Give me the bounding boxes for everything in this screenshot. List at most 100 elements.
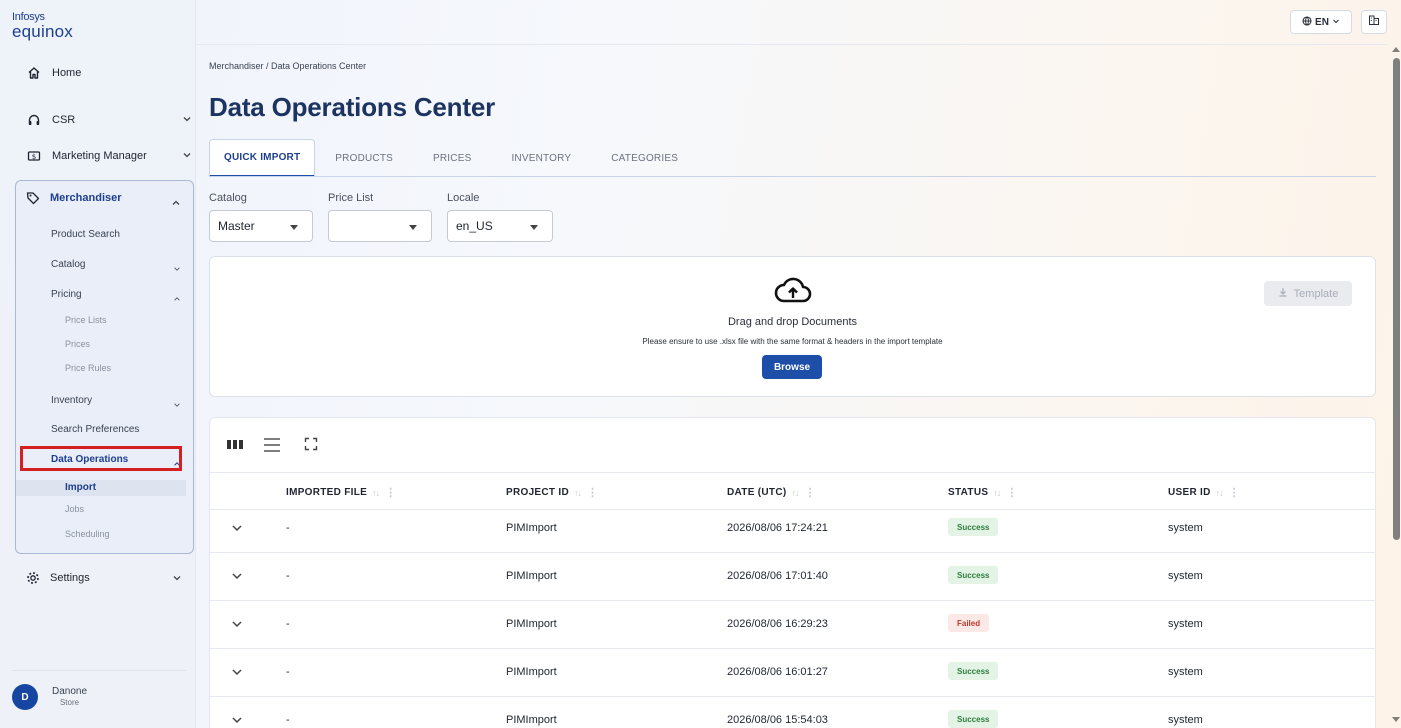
- sidebar-item-label: Settings: [50, 572, 90, 584]
- upload-dropzone[interactable]: Drag and drop Documents Please ensure to…: [209, 256, 1376, 397]
- locale-select[interactable]: en_US: [447, 210, 553, 242]
- expand-row-icon[interactable]: [231, 521, 243, 539]
- status-badge: Failed: [948, 614, 990, 632]
- cell-project-id: PIMImport: [506, 570, 557, 582]
- sidebar-item-catalog[interactable]: Catalog: [51, 259, 85, 270]
- expand-row-icon[interactable]: [231, 617, 243, 635]
- table-row[interactable]: - PIMImport 2026/08/06 15:54:03 Success …: [210, 697, 1375, 728]
- column-label: IMPORTED FILE: [286, 487, 368, 498]
- language-selector[interactable]: EN: [1290, 10, 1352, 34]
- breadcrumb[interactable]: Merchandiser / Data Operations Center: [209, 61, 366, 71]
- chevron-up-icon[interactable]: [173, 290, 181, 308]
- expand-row-icon[interactable]: [231, 713, 243, 728]
- user-store: Store: [59, 698, 80, 708]
- sidebar-item-price-lists[interactable]: Price Lists: [65, 315, 107, 325]
- table-row[interactable]: - PIMImport 2026/08/06 16:29:23 Failed s…: [210, 601, 1375, 649]
- sidebar-item-settings[interactable]: Settings: [26, 568, 186, 588]
- locale-label: Locale: [447, 192, 480, 204]
- store-switch-button[interactable]: [1361, 10, 1387, 34]
- table-row[interactable]: - PIMImport 2026/08/06 16:01:27 Success …: [210, 649, 1375, 697]
- tab-quick-import[interactable]: QUICK IMPORT: [209, 139, 316, 177]
- language-label: EN: [1315, 16, 1329, 28]
- sort-icon[interactable]: ↑↓: [1216, 488, 1224, 498]
- columns-icon[interactable]: [226, 437, 244, 451]
- cell-imported-file: -: [286, 666, 290, 678]
- sidebar-item-import[interactable]: Import: [65, 482, 96, 493]
- download-icon: [1278, 287, 1288, 300]
- tab-inventory[interactable]: INVENTORY: [491, 139, 591, 177]
- sidebar-item-csr[interactable]: CSR: [26, 106, 196, 134]
- fullscreen-icon[interactable]: [304, 437, 318, 451]
- column-menu-icon[interactable]: ⋮: [1229, 486, 1240, 499]
- locale-value: en_US: [456, 219, 493, 233]
- user-name: Danone: [52, 685, 88, 697]
- sidebar-item-pricing[interactable]: Pricing: [51, 289, 82, 300]
- density-icon[interactable]: [263, 437, 281, 453]
- gear-icon: [26, 571, 40, 585]
- column-date[interactable]: DATE (UTC) ↑↓ ⋮: [727, 486, 816, 499]
- cell-project-id: PIMImport: [506, 666, 557, 678]
- browse-button[interactable]: Browse: [762, 355, 822, 379]
- catalog-select[interactable]: Master: [209, 210, 313, 242]
- sidebar-item-inventory[interactable]: Inventory: [51, 395, 92, 406]
- scrollbar-thumb[interactable]: [1393, 58, 1400, 540]
- sidebar-item-prices[interactable]: Prices: [65, 339, 90, 349]
- sidebar-item-import-highlight: [16, 480, 186, 496]
- sidebar-item-search-preferences[interactable]: Search Preferences: [51, 424, 139, 435]
- chevron-up-icon[interactable]: [171, 195, 181, 213]
- cell-imported-file: -: [286, 570, 290, 582]
- chevron-down-icon[interactable]: [182, 150, 192, 163]
- cell-user-id: system: [1168, 618, 1203, 630]
- chevron-down-icon[interactable]: [182, 114, 192, 127]
- sort-icon[interactable]: ↑↓: [993, 488, 1001, 498]
- expand-row-icon[interactable]: [231, 569, 243, 587]
- cell-imported-file: -: [286, 522, 290, 534]
- chevron-down-icon[interactable]: [172, 573, 182, 586]
- sidebar-item-scheduling[interactable]: Scheduling: [65, 529, 110, 539]
- column-menu-icon[interactable]: ⋮: [385, 486, 396, 499]
- status-badge: Success: [948, 710, 999, 728]
- cell-project-id: PIMImport: [506, 522, 557, 534]
- sidebar-item-label: Marketing Manager: [52, 150, 147, 162]
- tab-prices[interactable]: PRICES: [413, 139, 491, 177]
- cell-imported-file: -: [286, 618, 290, 630]
- column-menu-icon[interactable]: ⋮: [587, 486, 598, 499]
- scroll-up-arrow[interactable]: [1392, 47, 1400, 52]
- sort-icon[interactable]: ↑↓: [791, 488, 799, 498]
- cell-date: 2026/08/06 15:54:03: [727, 714, 828, 726]
- template-download-button[interactable]: Template: [1264, 281, 1352, 306]
- tab-categories[interactable]: CATEGORIES: [591, 139, 698, 177]
- avatar[interactable]: D: [12, 684, 38, 710]
- tab-products[interactable]: PRODUCTS: [315, 139, 413, 177]
- chevron-down-icon[interactable]: [173, 260, 181, 278]
- column-menu-icon[interactable]: ⋮: [804, 486, 815, 499]
- column-imported-file[interactable]: IMPORTED FILE ↑↓ ⋮: [286, 486, 396, 499]
- table-row[interactable]: - PIMImport 2026/08/06 17:24:21 Success …: [210, 505, 1375, 553]
- column-user-id[interactable]: USER ID ↑↓ ⋮: [1168, 486, 1240, 499]
- user-profile[interactable]: D Danone Store: [12, 684, 188, 710]
- sidebar-item-marketing-manager[interactable]: $ Marketing Manager: [26, 142, 196, 170]
- column-project-id[interactable]: PROJECT ID ↑↓ ⋮: [506, 486, 598, 499]
- sidebar-item-home[interactable]: Home: [26, 59, 196, 87]
- import-history-table: IMPORTED FILE ↑↓ ⋮ PROJECT ID ↑↓ ⋮ DATE (U…: [209, 417, 1376, 728]
- column-menu-icon[interactable]: ⋮: [1006, 486, 1017, 499]
- sidebar-item-product-search[interactable]: Product Search: [51, 229, 120, 240]
- scroll-down-arrow[interactable]: [1392, 717, 1400, 722]
- sort-icon[interactable]: ↑↓: [372, 488, 380, 498]
- expand-row-icon[interactable]: [231, 665, 243, 683]
- column-status[interactable]: STATUS ↑↓ ⋮: [948, 486, 1018, 499]
- column-label: USER ID: [1168, 487, 1211, 498]
- sidebar: Infosys equinox Home CSR $ Marketing Man…: [0, 0, 196, 728]
- caret-down-icon: [290, 225, 298, 230]
- sidebar-item-jobs[interactable]: Jobs: [65, 504, 84, 514]
- page-title: Data Operations Center: [209, 92, 496, 122]
- building-icon: [1368, 13, 1380, 31]
- table-row[interactable]: - PIMImport 2026/08/06 17:01:40 Success …: [210, 553, 1375, 601]
- cell-imported-file: -: [286, 714, 290, 726]
- brand-logo[interactable]: Infosys equinox: [12, 12, 73, 41]
- price-list-select[interactable]: [328, 210, 432, 242]
- sidebar-item-merchandiser[interactable]: Merchandiser: [26, 191, 122, 205]
- sidebar-item-price-rules[interactable]: Price Rules: [65, 363, 111, 373]
- chevron-down-icon[interactable]: [173, 396, 181, 414]
- sort-icon[interactable]: ↑↓: [574, 488, 582, 498]
